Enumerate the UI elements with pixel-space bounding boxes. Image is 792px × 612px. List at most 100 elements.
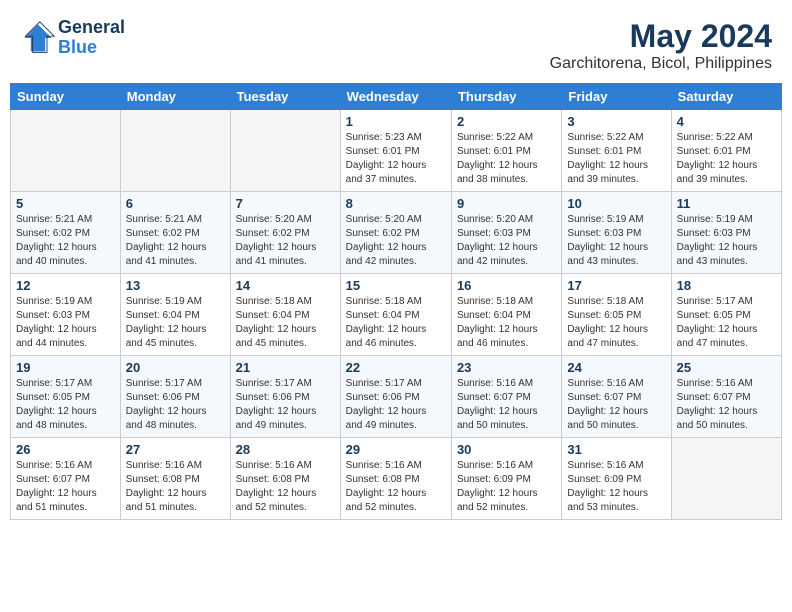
- calendar-cell: 9Sunrise: 5:20 AM Sunset: 6:03 PM Daylig…: [451, 192, 561, 274]
- logo-text: General Blue: [58, 18, 125, 58]
- calendar-week-3: 12Sunrise: 5:19 AM Sunset: 6:03 PM Dayli…: [11, 274, 782, 356]
- calendar-cell: 28 Sunrise: 5:16 AM Sunset: 6:08 PM Dayli…: [230, 438, 340, 520]
- day-info: Sunrise: 5:16 AM Sunset: 6:08 PM Dayligh…: [236, 459, 335, 515]
- calendar-cell: 14 Sunrise: 5:18 AM Sunset: 6:04 PM Dayli…: [230, 274, 340, 356]
- calendar-week-2: 5 Sunrise: 5:21 AM Sunset: 6:02 PM Daylig…: [11, 192, 782, 274]
- day-number: 25: [677, 360, 776, 375]
- logo-line1: General: [58, 17, 125, 37]
- calendar-table: SundayMondayTuesdayWednesdayThursdayFrid…: [10, 83, 782, 520]
- day-number: 29: [346, 442, 446, 457]
- day-number: 26: [16, 442, 115, 457]
- calendar-cell: 4 Sunrise: 5:22 AM Sunset: 6:01 PM Daylig…: [671, 110, 781, 192]
- day-number: 10: [567, 196, 665, 211]
- title-block: May 2024 Garchitorena, Bicol, Philippine…: [550, 18, 772, 73]
- day-info: Sunrise: 5:16 AM Sunset: 6:07 PM Dayligh…: [677, 377, 776, 433]
- subtitle: Garchitorena, Bicol, Philippines: [550, 55, 772, 73]
- day-number: 22: [346, 360, 446, 375]
- day-number: 2: [457, 114, 556, 129]
- day-info: Sunrise: 5:22 AM Sunset: 6:01 PM Dayligh…: [677, 131, 776, 187]
- calendar-cell: 12Sunrise: 5:19 AM Sunset: 6:03 PM Dayli…: [11, 274, 121, 356]
- day-number: 5: [16, 196, 115, 211]
- day-number: 7: [236, 196, 335, 211]
- day-number: 16: [457, 278, 556, 293]
- day-info: Sunrise: 5:17 AM Sunset: 6:06 PM Dayligh…: [346, 377, 446, 433]
- calendar-week-1: 1Sunrise: 5:23 AM Sunset: 6:01 PM Daylig…: [11, 110, 782, 192]
- calendar-cell: 20 Sunrise: 5:17 AM Sunset: 6:06 PM Dayli…: [120, 356, 230, 438]
- day-info: Sunrise: 5:22 AM Sunset: 6:01 PM Dayligh…: [567, 131, 665, 187]
- calendar-cell: 8Sunrise: 5:20 AM Sunset: 6:02 PM Daylig…: [340, 192, 451, 274]
- calendar-cell: 19 Sunrise: 5:17 AM Sunset: 6:05 PM Dayli…: [11, 356, 121, 438]
- calendar-week-4: 19 Sunrise: 5:17 AM Sunset: 6:05 PM Dayli…: [11, 356, 782, 438]
- day-number: 23: [457, 360, 556, 375]
- day-info: Sunrise: 5:19 AM Sunset: 6:03 PM Dayligh…: [567, 213, 665, 269]
- day-info: Sunrise: 5:19 AM Sunset: 6:03 PM Dayligh…: [677, 213, 776, 269]
- calendar-cell: 24Sunrise: 5:16 AM Sunset: 6:07 PM Dayli…: [562, 356, 671, 438]
- calendar-cell: 31 Sunrise: 5:16 AM Sunset: 6:09 PM Dayli…: [562, 438, 671, 520]
- calendar-cell: 13Sunrise: 5:19 AM Sunset: 6:04 PM Dayli…: [120, 274, 230, 356]
- day-number: 6: [126, 196, 225, 211]
- day-number: 12: [16, 278, 115, 293]
- day-info: Sunrise: 5:16 AM Sunset: 6:07 PM Dayligh…: [16, 459, 115, 515]
- day-number: 14: [236, 278, 335, 293]
- day-number: 18: [677, 278, 776, 293]
- day-number: 30: [457, 442, 556, 457]
- calendar-cell: 29 Sunrise: 5:16 AM Sunset: 6:08 PM Dayli…: [340, 438, 451, 520]
- calendar-body: 1Sunrise: 5:23 AM Sunset: 6:01 PM Daylig…: [11, 110, 782, 520]
- day-number: 19: [16, 360, 115, 375]
- day-info: Sunrise: 5:18 AM Sunset: 6:04 PM Dayligh…: [457, 295, 556, 351]
- day-info: Sunrise: 5:21 AM Sunset: 6:02 PM Dayligh…: [126, 213, 225, 269]
- calendar-header: SundayMondayTuesdayWednesdayThursdayFrid…: [11, 84, 782, 110]
- weekday-header-friday: Friday: [562, 84, 671, 110]
- day-number: 1: [346, 114, 446, 129]
- weekday-header-monday: Monday: [120, 84, 230, 110]
- calendar-cell: [11, 110, 121, 192]
- logo: General Blue: [20, 18, 125, 58]
- calendar-cell: 1Sunrise: 5:23 AM Sunset: 6:01 PM Daylig…: [340, 110, 451, 192]
- day-info: Sunrise: 5:17 AM Sunset: 6:05 PM Dayligh…: [677, 295, 776, 351]
- day-number: 28: [236, 442, 335, 457]
- day-number: 15: [346, 278, 446, 293]
- day-number: 11: [677, 196, 776, 211]
- day-info: Sunrise: 5:16 AM Sunset: 6:08 PM Dayligh…: [126, 459, 225, 515]
- day-info: Sunrise: 5:20 AM Sunset: 6:02 PM Dayligh…: [236, 213, 335, 269]
- logo-line2: Blue: [58, 37, 97, 57]
- day-info: Sunrise: 5:16 AM Sunset: 6:09 PM Dayligh…: [567, 459, 665, 515]
- calendar-cell: 17Sunrise: 5:18 AM Sunset: 6:05 PM Dayli…: [562, 274, 671, 356]
- calendar-cell: 25 Sunrise: 5:16 AM Sunset: 6:07 PM Dayli…: [671, 356, 781, 438]
- calendar-cell: 23 Sunrise: 5:16 AM Sunset: 6:07 PM Dayli…: [451, 356, 561, 438]
- weekday-header-wednesday: Wednesday: [340, 84, 451, 110]
- weekday-header-tuesday: Tuesday: [230, 84, 340, 110]
- calendar-cell: [671, 438, 781, 520]
- main-title: May 2024: [550, 18, 772, 55]
- day-info: Sunrise: 5:16 AM Sunset: 6:08 PM Dayligh…: [346, 459, 446, 515]
- day-info: Sunrise: 5:17 AM Sunset: 6:05 PM Dayligh…: [16, 377, 115, 433]
- day-info: Sunrise: 5:17 AM Sunset: 6:06 PM Dayligh…: [126, 377, 225, 433]
- calendar-cell: 10 Sunrise: 5:19 AM Sunset: 6:03 PM Dayli…: [562, 192, 671, 274]
- day-number: 21: [236, 360, 335, 375]
- day-info: Sunrise: 5:22 AM Sunset: 6:01 PM Dayligh…: [457, 131, 556, 187]
- calendar-cell: 30 Sunrise: 5:16 AM Sunset: 6:09 PM Dayli…: [451, 438, 561, 520]
- day-number: 31: [567, 442, 665, 457]
- calendar-cell: 22 Sunrise: 5:17 AM Sunset: 6:06 PM Dayli…: [340, 356, 451, 438]
- day-info: Sunrise: 5:16 AM Sunset: 6:07 PM Dayligh…: [567, 377, 665, 433]
- day-number: 4: [677, 114, 776, 129]
- calendar-week-5: 26 Sunrise: 5:16 AM Sunset: 6:07 PM Dayli…: [11, 438, 782, 520]
- day-number: 9: [457, 196, 556, 211]
- calendar-cell: 2 Sunrise: 5:22 AM Sunset: 6:01 PM Daylig…: [451, 110, 561, 192]
- calendar-cell: 5Sunrise: 5:21 AM Sunset: 6:02 PM Daylig…: [11, 192, 121, 274]
- weekday-header-row: SundayMondayTuesdayWednesdayThursdayFrid…: [11, 84, 782, 110]
- day-number: 17: [567, 278, 665, 293]
- page-header: General Blue May 2024 Garchitorena, Bico…: [10, 10, 782, 77]
- day-number: 27: [126, 442, 225, 457]
- day-info: Sunrise: 5:18 AM Sunset: 6:04 PM Dayligh…: [236, 295, 335, 351]
- calendar-cell: 16 Sunrise: 5:18 AM Sunset: 6:04 PM Dayli…: [451, 274, 561, 356]
- calendar-cell: 6 Sunrise: 5:21 AM Sunset: 6:02 PM Daylig…: [120, 192, 230, 274]
- day-number: 20: [126, 360, 225, 375]
- weekday-header-thursday: Thursday: [451, 84, 561, 110]
- weekday-header-saturday: Saturday: [671, 84, 781, 110]
- calendar-cell: 27 Sunrise: 5:16 AM Sunset: 6:08 PM Dayli…: [120, 438, 230, 520]
- day-info: Sunrise: 5:19 AM Sunset: 6:04 PM Dayligh…: [126, 295, 225, 351]
- day-info: Sunrise: 5:16 AM Sunset: 6:07 PM Dayligh…: [457, 377, 556, 433]
- day-info: Sunrise: 5:16 AM Sunset: 6:09 PM Dayligh…: [457, 459, 556, 515]
- calendar-cell: 18 Sunrise: 5:17 AM Sunset: 6:05 PM Dayli…: [671, 274, 781, 356]
